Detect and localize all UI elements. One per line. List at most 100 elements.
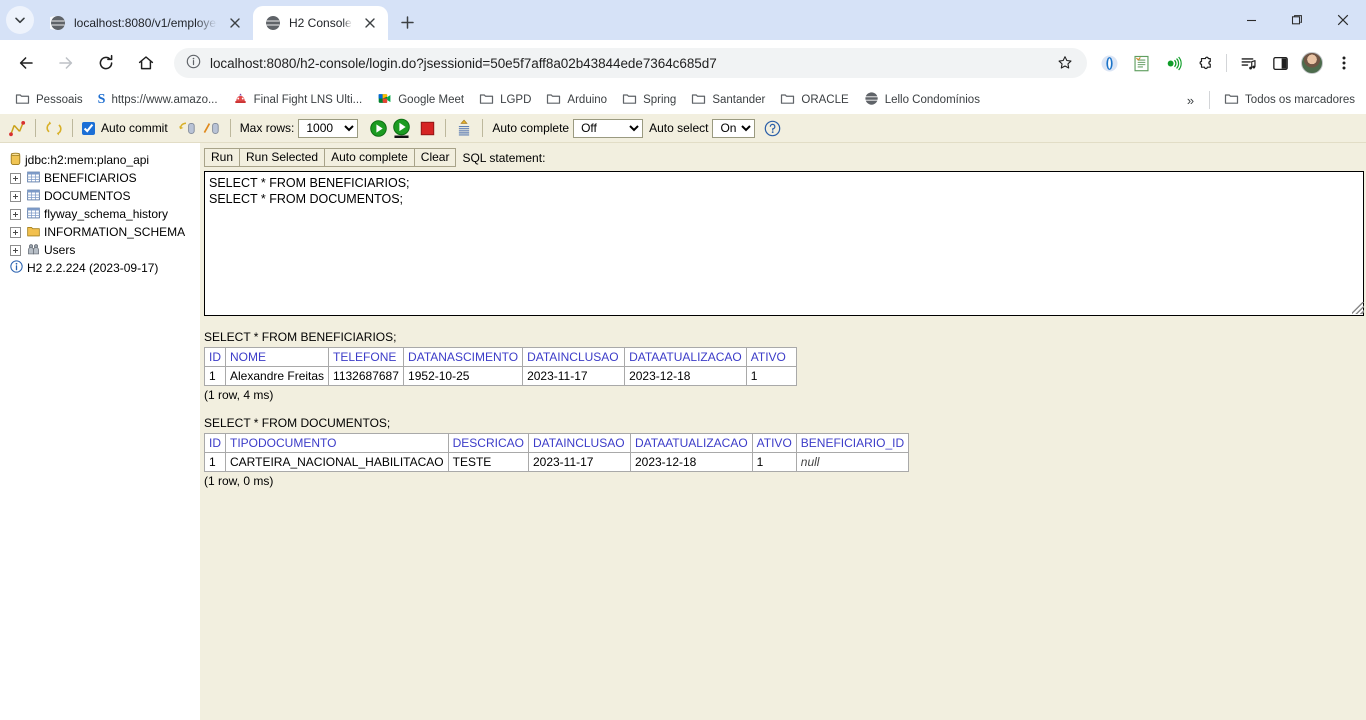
auto-select-select[interactable]: OnOff: [712, 118, 756, 138]
auto-commit-toggle[interactable]: Auto commit: [80, 121, 170, 135]
column-header-datanascimento[interactable]: DATANASCIMENTO: [403, 347, 524, 367]
column-header-ativo[interactable]: ATIVO: [745, 347, 797, 367]
table-header-row: ID NOME TELEFONE DATANASCIMENTO DATAINCL…: [204, 347, 797, 367]
sql-editor-wrapper: [204, 171, 1366, 316]
rollback-icon[interactable]: [199, 120, 223, 137]
stop-red-square-icon[interactable]: [417, 120, 438, 137]
bookmark-amazon[interactable]: S https://www.amazo...: [91, 90, 225, 110]
column-header-datainclusao[interactable]: DATAINCLUSAO: [527, 433, 631, 453]
back-arrow-icon[interactable]: [11, 48, 41, 78]
column-header-datainclusao[interactable]: DATAINCLUSAO: [522, 347, 626, 367]
side-panel-icon[interactable]: [1267, 48, 1293, 78]
browser-tab-1[interactable]: localhost:8080/v1/employees/9: [38, 6, 253, 40]
tree-item-label: Users: [44, 243, 76, 257]
cell-id: 1: [204, 366, 226, 386]
all-bookmarks-button[interactable]: Todos os marcadores: [1217, 88, 1362, 112]
expand-icon[interactable]: [10, 226, 21, 238]
run-green-arrow-icon[interactable]: [367, 119, 390, 138]
opera-touch-icon[interactable]: [1096, 48, 1122, 78]
commit-icon[interactable]: [175, 120, 199, 137]
tree-item-flyway-schema-history[interactable]: flyway_schema_history: [4, 205, 200, 223]
max-rows-select[interactable]: 10100100010000: [298, 118, 359, 138]
result-footer: (1 row, 4 ms): [204, 388, 274, 402]
tree-item-label: INFORMATION_SCHEMA: [44, 225, 186, 239]
tree-root-label: jdbc:h2:mem:plano_api: [25, 153, 150, 167]
expand-icon[interactable]: [10, 208, 21, 220]
command-history-icon[interactable]: [453, 119, 475, 138]
bookmarks-bar-right: » Todos os marcadores: [1179, 88, 1362, 112]
address-bar[interactable]: localhost:8080/h2-console/login.do?jsess…: [174, 48, 1087, 78]
bookmark-pessoais[interactable]: Pessoais: [8, 88, 90, 112]
auto-complete-label: Auto complete: [492, 121, 570, 135]
auto-select-control: Auto select OnOff: [647, 118, 757, 138]
bookmarks-overflow-icon[interactable]: »: [1179, 90, 1202, 111]
database-icon: [10, 152, 21, 169]
new-tab-button[interactable]: [394, 8, 422, 36]
result-table-2: ID TIPODOCUMENTO DESCRICAO DATAINCLUSAO …: [204, 433, 910, 472]
column-header-nome[interactable]: NOME: [224, 347, 330, 367]
window-maximize-button[interactable]: [1274, 0, 1320, 40]
toolbar-separator: [229, 119, 231, 137]
window-minimize-button[interactable]: [1228, 0, 1274, 40]
auto-commit-checkbox[interactable]: [82, 121, 95, 135]
reading-list-icon[interactable]: [1128, 48, 1154, 78]
resize-handle[interactable]: [1352, 302, 1364, 314]
tree-item-information-schema[interactable]: INFORMATION_SCHEMA: [4, 223, 200, 241]
clear-button[interactable]: Clear: [413, 148, 457, 167]
auto-complete-button[interactable]: Auto complete: [324, 148, 415, 167]
bookmark-spring[interactable]: Spring: [615, 88, 683, 112]
bookmark-google-meet[interactable]: Google Meet: [370, 88, 471, 112]
help-question-icon[interactable]: [762, 120, 783, 137]
column-header-dataatualizacao[interactable]: DATAATUALIZACAO: [624, 347, 747, 367]
tree-root-connection[interactable]: jdbc:h2:mem:plano_api: [4, 151, 200, 169]
bookmark-santander[interactable]: Santander: [684, 88, 772, 112]
bookmark-oracle[interactable]: ORACLE: [773, 88, 855, 112]
reload-icon[interactable]: [91, 48, 121, 78]
run-selected-button[interactable]: Run Selected: [239, 148, 326, 167]
sql-editor[interactable]: [204, 171, 1364, 316]
sql-statement-label: SQL statement:: [462, 150, 546, 165]
info-circle-icon[interactable]: [186, 54, 201, 72]
home-icon[interactable]: [131, 48, 161, 78]
bookmark-lgpd[interactable]: LGPD: [472, 88, 538, 112]
tree-item-users[interactable]: Users: [4, 241, 200, 259]
run-selected-green-arrow-icon[interactable]: [390, 118, 413, 139]
recorder-icon[interactable]: [1160, 48, 1186, 78]
toolbar-separator: [35, 119, 36, 137]
star-icon[interactable]: [1055, 55, 1075, 71]
column-header-id[interactable]: ID: [204, 347, 226, 367]
column-header-descricao[interactable]: DESCRICAO: [447, 433, 529, 453]
cell-datainclusao: 2023-11-17: [522, 366, 626, 386]
close-icon[interactable]: [360, 13, 380, 33]
column-header-telefone[interactable]: TELEFONE: [328, 347, 405, 367]
forward-arrow-icon[interactable]: [51, 48, 81, 78]
window-close-button[interactable]: [1320, 0, 1366, 40]
column-header-ativo[interactable]: ATIVO: [751, 433, 797, 453]
bookmark-arduino[interactable]: Arduino: [539, 88, 614, 112]
close-icon[interactable]: [225, 13, 245, 33]
result-footer: (1 row, 0 ms): [204, 474, 274, 488]
browser-chrome: localhost:8080/v1/employees/9 H2 Console: [0, 0, 1366, 114]
column-header-beneficiario-id[interactable]: BENEFICIARIO_ID: [795, 433, 910, 453]
expand-icon[interactable]: [10, 244, 21, 256]
run-button[interactable]: Run: [204, 148, 241, 167]
expand-icon[interactable]: [10, 172, 21, 184]
media-list-icon[interactable]: [1235, 48, 1261, 78]
browser-tab-2[interactable]: H2 Console: [253, 6, 388, 40]
tree-item-beneficiarios[interactable]: BENEFICIARIOS: [4, 169, 200, 187]
tree-item-documentos[interactable]: DOCUMENTOS: [4, 187, 200, 205]
column-header-tipodocumento[interactable]: TIPODOCUMENTO: [225, 433, 449, 453]
avatar[interactable]: [1301, 52, 1323, 74]
tab-search-icon[interactable]: [6, 6, 34, 34]
auto-complete-select[interactable]: OffNormalFull: [573, 118, 644, 138]
column-header-id[interactable]: ID: [204, 433, 226, 453]
bookmark-final-fight[interactable]: Final Fight LNS Ulti...: [226, 88, 370, 112]
kebab-menu-icon[interactable]: [1331, 48, 1357, 78]
users-icon: [27, 243, 40, 258]
disconnect-icon[interactable]: [6, 120, 28, 137]
column-header-dataatualizacao[interactable]: DATAATUALIZACAO: [629, 433, 753, 453]
puzzle-icon[interactable]: [1192, 48, 1218, 78]
refresh-icon[interactable]: [43, 120, 65, 137]
expand-icon[interactable]: [10, 190, 21, 202]
bookmark-lello-condominios[interactable]: Lello Condomínios: [857, 88, 987, 112]
